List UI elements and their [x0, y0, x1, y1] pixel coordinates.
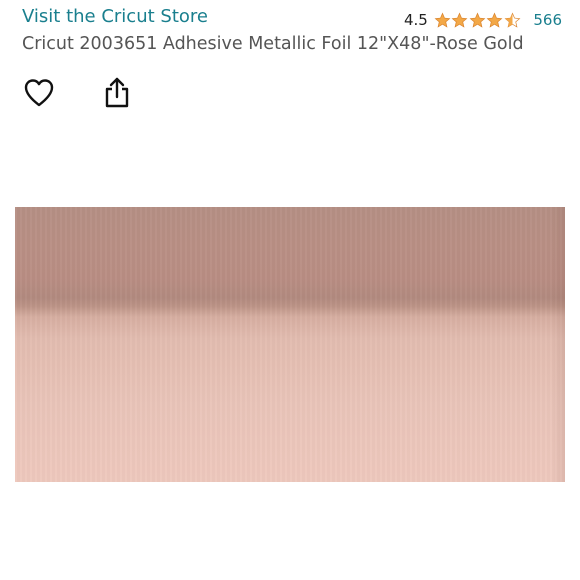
star-icon — [469, 12, 486, 28]
store-rating-row: Visit the Cricut Store 4.5 566 — [22, 4, 562, 32]
star-icon — [451, 12, 468, 28]
half-star-icon — [504, 12, 521, 28]
review-count-link[interactable]: 566 — [533, 11, 562, 29]
foil-texture — [15, 207, 565, 482]
product-image[interactable] — [15, 207, 565, 482]
heart-icon[interactable] — [22, 76, 56, 110]
star-icon — [434, 12, 451, 28]
share-icon[interactable] — [100, 76, 134, 110]
visit-store-link[interactable]: Visit the Cricut Store — [22, 6, 208, 27]
product-title: Cricut 2003651 Adhesive Metallic Foil 12… — [22, 34, 524, 54]
star-icon — [486, 12, 503, 28]
star-rating — [434, 12, 522, 29]
rating-value: 4.5 — [404, 11, 428, 29]
foil-edge-shadow — [551, 207, 565, 482]
rating-summary[interactable]: 4.5 566 — [404, 8, 562, 32]
product-page: Visit the Cricut Store 4.5 566 Cricut 20… — [0, 0, 580, 580]
